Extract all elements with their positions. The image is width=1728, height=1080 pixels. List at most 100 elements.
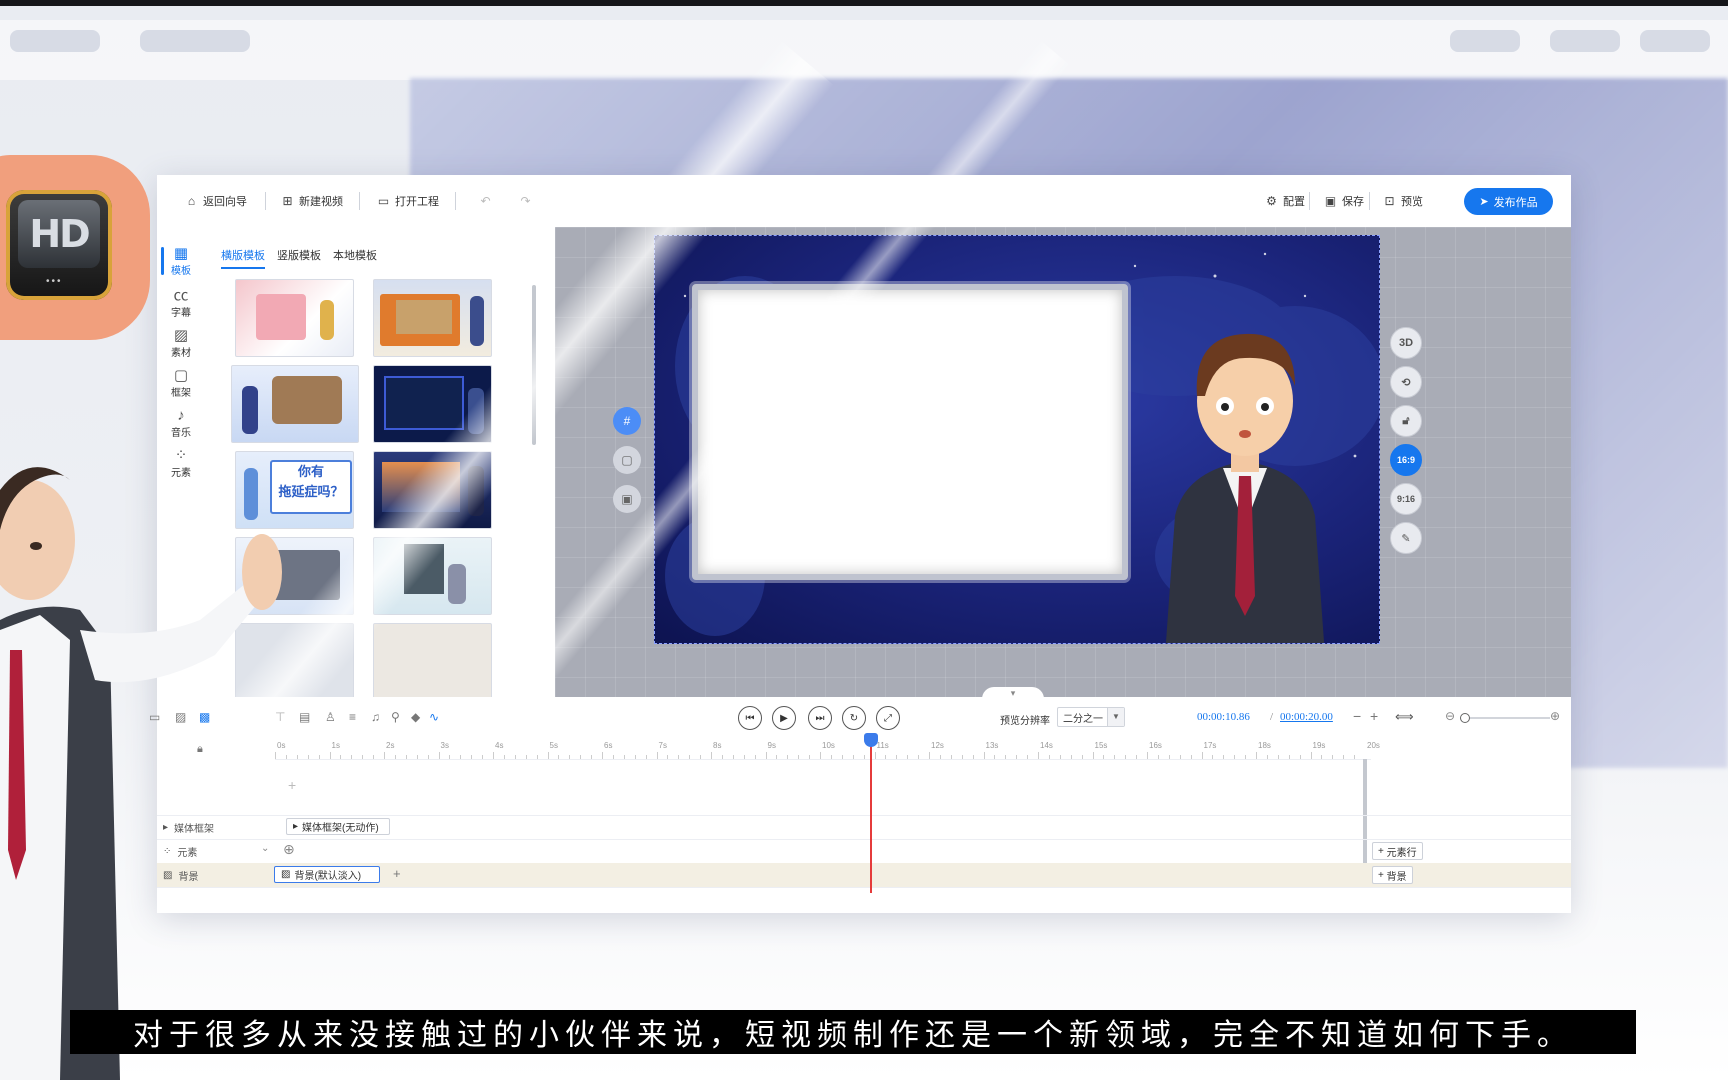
- zoom-slider-thumb[interactable]: [1460, 713, 1470, 723]
- media-frame-clip[interactable]: ▸ 媒体框架(无动作): [286, 818, 390, 835]
- time-increase-button[interactable]: +: [1370, 708, 1378, 724]
- playhead[interactable]: [870, 737, 872, 893]
- mic-tool-icon[interactable]: ⚲: [391, 710, 400, 724]
- zoom-slider[interactable]: [1460, 713, 1550, 723]
- ruler-tick-label: 15s: [1094, 741, 1108, 750]
- aspect-9-16-button[interactable]: 9:16: [1390, 483, 1422, 515]
- caption-icon: ㏄: [173, 286, 189, 304]
- resolution-select[interactable]: 二分之一 ▼: [1057, 707, 1125, 727]
- folder-icon: ▭: [377, 193, 390, 208]
- replay-button[interactable]: ↻: [842, 706, 866, 730]
- rail-item-frame[interactable]: ▢ 框架: [157, 363, 205, 403]
- playhead-handle[interactable]: [864, 733, 878, 747]
- ruler-tick-label: 20s: [1367, 741, 1380, 750]
- toolbar-divider: [265, 192, 266, 210]
- undo-button[interactable]: ↶: [479, 192, 492, 210]
- hd-logo: HD: [18, 200, 100, 268]
- new-file-icon: ⊞: [282, 193, 293, 208]
- template-thumbnail[interactable]: [231, 365, 359, 443]
- snapshot-button[interactable]: ▣: [613, 485, 641, 513]
- skip-forward-button[interactable]: ⏭: [808, 706, 832, 730]
- home-icon: ⌂: [187, 193, 196, 208]
- cartoon-anchor-figure: [1165, 333, 1325, 643]
- ruler-minor-tick: [1201, 752, 1203, 759]
- wave-tool-icon[interactable]: ∿: [429, 710, 439, 724]
- ruler-tick-label: 1s: [331, 741, 340, 750]
- aspect-16-9-button[interactable]: 16:9: [1390, 444, 1422, 476]
- safe-area-button[interactable]: ▢: [613, 446, 641, 474]
- time-decrease-button[interactable]: −: [1353, 708, 1361, 724]
- tab-horizontal-templates[interactable]: 横版模板: [221, 247, 265, 269]
- config-button[interactable]: ⚙ 配置: [1265, 192, 1305, 210]
- ruler-tick-label: 2s: [386, 741, 395, 750]
- add-element-row-button[interactable]: + 元素行: [1372, 842, 1423, 860]
- hd-speech-bubble-tail: [40, 300, 80, 340]
- lock-icon: 🔓︎: [1402, 414, 1410, 427]
- back-to-guide-button[interactable]: ⌂ 返回向导: [185, 192, 247, 210]
- ruler-tick-label: 4s: [495, 741, 504, 750]
- audio-tool-icon[interactable]: ♫: [371, 710, 380, 724]
- drop-tool-icon[interactable]: ◆: [411, 710, 420, 724]
- rail-item-material[interactable]: ▨ 素材: [157, 323, 205, 363]
- fit-width-icon[interactable]: ⟺: [1395, 709, 1414, 725]
- person-tool-icon[interactable]: ♙: [325, 710, 336, 724]
- ruler-minor-tick: [1092, 752, 1094, 759]
- track-background: ▨ 背景 ▨ 背景(默认淡入) + + 背景: [157, 863, 1571, 888]
- grid-icon: #: [623, 414, 631, 428]
- zoom-in-icon[interactable]: ⊕: [1550, 709, 1560, 723]
- skip-back-button[interactable]: ⏮: [738, 706, 762, 730]
- ruler-tick-label: 14s: [1040, 741, 1053, 750]
- align-tool-icon[interactable]: ≡: [349, 710, 356, 724]
- video-canvas[interactable]: [654, 235, 1380, 644]
- lock-button[interactable]: 🔓︎: [1390, 405, 1422, 437]
- rail-item-caption[interactable]: ㏄字幕: [157, 283, 205, 323]
- ruler-tick-label: 12s: [931, 741, 944, 750]
- toolbar-divider: [359, 192, 360, 210]
- rail-item-music[interactable]: ♪ 音乐: [157, 403, 205, 443]
- time-ruler[interactable]: 0s 1s 2s 3s 4s 5s 6s 7s 8s 9s 10s 11s 12s 13s 14s 15s 16…: [275, 739, 1380, 760]
- play-button[interactable]: ▶: [772, 706, 796, 730]
- grid-toggle-button[interactable]: #: [613, 407, 641, 435]
- send-icon: ➤: [1479, 196, 1489, 208]
- ruler-tick-label: 5s: [549, 741, 558, 750]
- template-thumbnail[interactable]: [373, 279, 492, 357]
- expand-icon: ⤢: [884, 712, 892, 724]
- current-time: 00:00:10.86: [1197, 711, 1250, 723]
- zoom-out-icon[interactable]: ⊖: [1445, 709, 1455, 723]
- redo-button[interactable]: ↷: [519, 192, 532, 210]
- open-project-button[interactable]: ▭ 打开工程: [377, 192, 439, 210]
- background-blur-shape: [140, 30, 250, 52]
- save-button[interactable]: ▣ 保存: [1324, 192, 1364, 210]
- ruler-minor-tick: [820, 752, 821, 759]
- tab-local-templates[interactable]: 本地模板: [333, 247, 377, 263]
- preview-button[interactable]: ⊡ 预览: [1383, 192, 1423, 210]
- template-thumbnail[interactable]: [373, 623, 492, 697]
- ruler-minor-tick: [493, 752, 494, 759]
- edit-button[interactable]: ✎: [1390, 522, 1422, 554]
- ruler-tick-label: 18s: [1258, 741, 1271, 750]
- rail-item-template[interactable]: ▦ 模板: [157, 241, 205, 281]
- ruler-tick-label: 19s: [1312, 741, 1326, 750]
- add-icon[interactable]: +: [393, 866, 401, 881]
- fullscreen-button[interactable]: ⤢: [876, 706, 900, 730]
- pencil-icon: ✎: [1401, 532, 1411, 545]
- presenter-character: [0, 467, 282, 1080]
- ruler-tick-label: 16s: [1149, 741, 1162, 750]
- ruler-tick-label: 3s: [440, 741, 449, 750]
- 3d-button[interactable]: 3D: [1390, 327, 1422, 359]
- add-background-button[interactable]: + 背景: [1372, 866, 1413, 884]
- thumbnail-character: [320, 300, 334, 340]
- tab-vertical-templates[interactable]: 竖版模板: [277, 247, 321, 263]
- thumbnail-character: [470, 296, 484, 346]
- new-video-button[interactable]: ⊞ 新建视频: [281, 192, 343, 210]
- play-icon: ▶: [780, 712, 788, 724]
- publish-button[interactable]: ➤ 发布作品: [1464, 188, 1553, 215]
- ruler-minor-tick: [929, 752, 930, 759]
- time-divider: /: [1270, 711, 1274, 723]
- ruler-tick-label: 11s: [876, 741, 889, 750]
- total-time[interactable]: 00:00:20.00: [1280, 711, 1333, 723]
- template-thumbnail[interactable]: [235, 279, 354, 357]
- gear-icon: ⚙: [1266, 193, 1277, 208]
- ruler-minor-tick: [874, 752, 876, 759]
- rotate-button[interactable]: ⟲: [1390, 366, 1422, 398]
